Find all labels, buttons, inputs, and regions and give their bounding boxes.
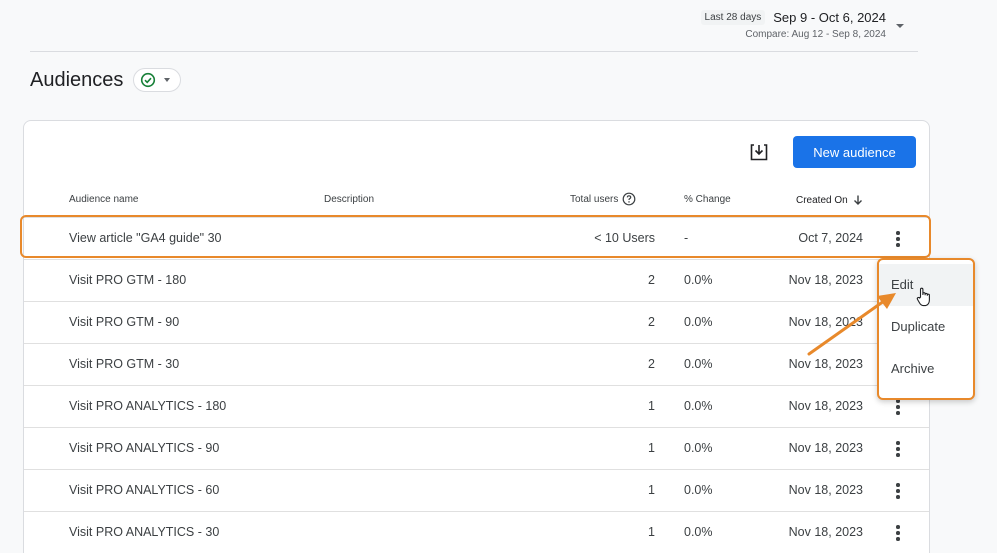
audience-name-cell[interactable]: Visit PRO ANALYTICS - 60	[69, 470, 219, 511]
table-row[interactable]: Visit PRO ANALYTICS - 90 1 0.0% Nov 18, 202…	[24, 427, 929, 469]
audience-name-cell[interactable]: Visit PRO ANALYTICS - 30	[69, 512, 219, 553]
table-row[interactable]: Visit PRO ANALYTICS - 60 1 0.0% Nov 18, 202…	[24, 469, 929, 511]
audience-name-cell[interactable]: Visit PRO GTM - 180	[69, 260, 186, 301]
total-users-cell: 1	[648, 399, 655, 413]
header-created-on-label: Created On	[796, 194, 848, 206]
more-vert-icon[interactable]	[890, 230, 906, 248]
arrow-down-icon	[853, 195, 862, 205]
created-on-cell: Nov 18, 2023	[788, 483, 863, 497]
change-cell: 0.0%	[684, 483, 713, 497]
table-row[interactable]: Visit PRO ANALYTICS - 30 1 0.0% Nov 18, 202…	[24, 511, 929, 553]
check-circle-icon	[141, 72, 156, 88]
hand-pointer-icon	[916, 287, 930, 307]
date-compare-text: Compare: Aug 12 - Sep 8, 2024	[745, 29, 886, 40]
total-users-cell: 2	[648, 315, 655, 329]
download-icon	[750, 144, 768, 161]
header-created-on[interactable]: Created On	[796, 194, 864, 206]
created-on-cell: Nov 18, 2023	[788, 441, 863, 455]
change-cell: -	[684, 231, 689, 245]
total-users-cell: < 10 Users	[594, 231, 655, 245]
created-on-cell: Nov 18, 2023	[788, 273, 863, 287]
caret-down-icon	[164, 78, 171, 82]
date-range-picker[interactable]: Last 28 days Sep 9 - Oct 6, 2024 Compare…	[700, 10, 886, 40]
table-row[interactable]: Visit PRO ANALYTICS - 180 1 0.0% Nov 18, 20…	[24, 385, 929, 427]
table-row[interactable]: Visit PRO GTM - 90 2 0.0% Nov 18, 2023	[24, 301, 929, 343]
header-change[interactable]: % Change	[684, 194, 731, 205]
total-users-cell: 1	[648, 483, 655, 497]
row-context-menu: Edit Duplicate Archive	[877, 258, 975, 400]
more-vert-icon[interactable]	[890, 482, 906, 500]
total-users-cell: 2	[648, 273, 655, 287]
created-on-cell: Nov 18, 2023	[788, 525, 863, 539]
total-users-cell: 1	[648, 441, 655, 455]
total-users-cell: 1	[648, 525, 655, 539]
audience-name-cell[interactable]: View article "GA4 guide" 30	[69, 218, 221, 259]
page-header: Audiences	[30, 68, 182, 92]
menu-item-duplicate[interactable]: Duplicate	[879, 306, 973, 348]
chevron-down-icon[interactable]	[896, 24, 904, 28]
change-cell: 0.0%	[684, 441, 713, 455]
header-description[interactable]: Description	[324, 194, 374, 205]
new-audience-button[interactable]: New audience	[793, 136, 916, 168]
audience-name-cell[interactable]: Visit PRO ANALYTICS - 90	[69, 428, 219, 469]
table-row[interactable]: Visit PRO GTM - 180 2 0.0% Nov 18, 2023	[24, 259, 929, 301]
change-cell: 0.0%	[684, 357, 713, 371]
top-bar: Last 28 days Sep 9 - Oct 6, 2024 Compare…	[30, 0, 918, 52]
table-row[interactable]: Visit PRO GTM - 30 2 0.0% Nov 18, 2023	[24, 343, 929, 385]
created-on-cell: Oct 7, 2024	[798, 231, 863, 245]
more-vert-icon[interactable]	[890, 524, 906, 542]
help-icon[interactable]	[622, 192, 636, 206]
more-vert-icon[interactable]	[890, 398, 906, 416]
created-on-cell: Nov 18, 2023	[788, 357, 863, 371]
audience-name-cell[interactable]: Visit PRO GTM - 90	[69, 302, 179, 343]
header-total-users[interactable]: Total users	[570, 192, 636, 206]
date-range-tag: Last 28 days	[700, 10, 766, 25]
change-cell: 0.0%	[684, 525, 713, 539]
more-vert-icon[interactable]	[890, 440, 906, 458]
date-range-text: Sep 9 - Oct 6, 2024	[773, 10, 886, 25]
audience-name-cell[interactable]: Visit PRO GTM - 30	[69, 344, 179, 385]
table-row[interactable]: View article "GA4 guide" 30 < 10 Users - Oc…	[24, 217, 929, 259]
created-on-cell: Nov 18, 2023	[788, 315, 863, 329]
status-chip[interactable]	[133, 68, 182, 92]
page-title: Audiences	[30, 68, 124, 91]
total-users-cell: 2	[648, 357, 655, 371]
change-cell: 0.0%	[684, 399, 713, 413]
audiences-card: New audience Audience name Description T…	[23, 120, 930, 553]
created-on-cell: Nov 18, 2023	[788, 399, 863, 413]
download-button[interactable]	[747, 140, 771, 164]
change-cell: 0.0%	[684, 273, 713, 287]
audience-name-cell[interactable]: Visit PRO ANALYTICS - 180	[69, 386, 226, 427]
header-audience-name[interactable]: Audience name	[69, 194, 139, 205]
change-cell: 0.0%	[684, 315, 713, 329]
header-total-users-label: Total users	[570, 193, 619, 205]
menu-item-archive[interactable]: Archive	[879, 348, 973, 390]
table-header: Audience name Description Total users % …	[24, 185, 929, 217]
